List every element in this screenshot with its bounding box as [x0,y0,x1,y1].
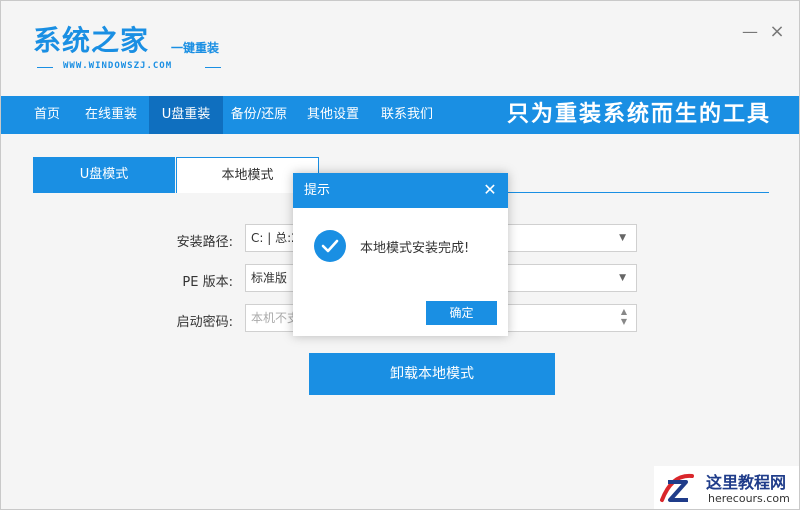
dialog-message: 本地模式安装完成! [360,241,470,256]
dropdown-caret-icon: ▼ [619,233,626,243]
watermark: 这里教程网 herecours.com [654,466,799,509]
dialog-ok-button[interactable]: 确定 [426,301,497,325]
slogan: 只为重装系统而生的工具 [506,102,771,127]
install-path-value: C: | 总:2 [251,231,299,245]
pe-version-value: 标准版 [251,271,288,285]
logo-divider-left [37,67,53,68]
logo-divider-right [205,67,221,68]
header: 系统之家 一键重装 WWW.WINDOWSZJ.COM — × [1,1,799,96]
watermark-logo-icon [660,473,694,502]
nav-item-backup-restore[interactable]: 备份/还原 [225,96,293,134]
watermark-en-text: herecours.com [708,492,790,505]
prompt-dialog: 提示 ✕ 本地模式安装完成! 确定 [293,173,508,336]
dialog-title: 提示 [304,183,331,198]
main-nav: 首页 在线重装 U盘重装 备份/还原 其他设置 联系我们 只为重装系统而生的工具 [1,96,799,134]
check-circle-icon [314,230,346,262]
dialog-close-icon[interactable]: ✕ [481,181,499,199]
boot-password-placeholder: 本机不支 [251,311,300,325]
nav-item-other-settings[interactable]: 其他设置 [297,96,369,134]
nav-item-contact-us[interactable]: 联系我们 [371,96,443,134]
minimize-button[interactable]: — [741,23,759,41]
nav-item-online-reinstall[interactable]: 在线重装 [75,96,147,134]
app-subtitle: 一键重装 [171,41,220,55]
app-window: 系统之家 一键重装 WWW.WINDOWSZJ.COM — × 首页 在线重装 … [0,0,800,510]
logo-url-row: WWW.WINDOWSZJ.COM [37,61,221,75]
nav-item-usb-reinstall[interactable]: U盘重装 [149,96,223,134]
uninstall-local-mode-button[interactable]: 卸载本地模式 [309,353,555,395]
tab-usb-mode[interactable]: U盘模式 [33,157,175,193]
boot-password-label: 启动密码: [176,315,233,330]
install-path-label: 安装路径: [176,235,233,250]
watermark-cn-text: 这里教程网 [706,473,787,492]
app-title: 系统之家 [33,24,150,57]
pe-version-label: PE 版本: [182,275,233,290]
dropdown-caret-icon: ▼ [619,273,626,283]
spinner-arrows-icon[interactable]: ▲ ▼ [619,307,629,327]
nav-item-home[interactable]: 首页 [21,96,73,134]
close-button[interactable]: × [768,23,786,41]
app-url: WWW.WINDOWSZJ.COM [63,61,173,71]
dialog-header: 提示 ✕ [293,173,508,208]
